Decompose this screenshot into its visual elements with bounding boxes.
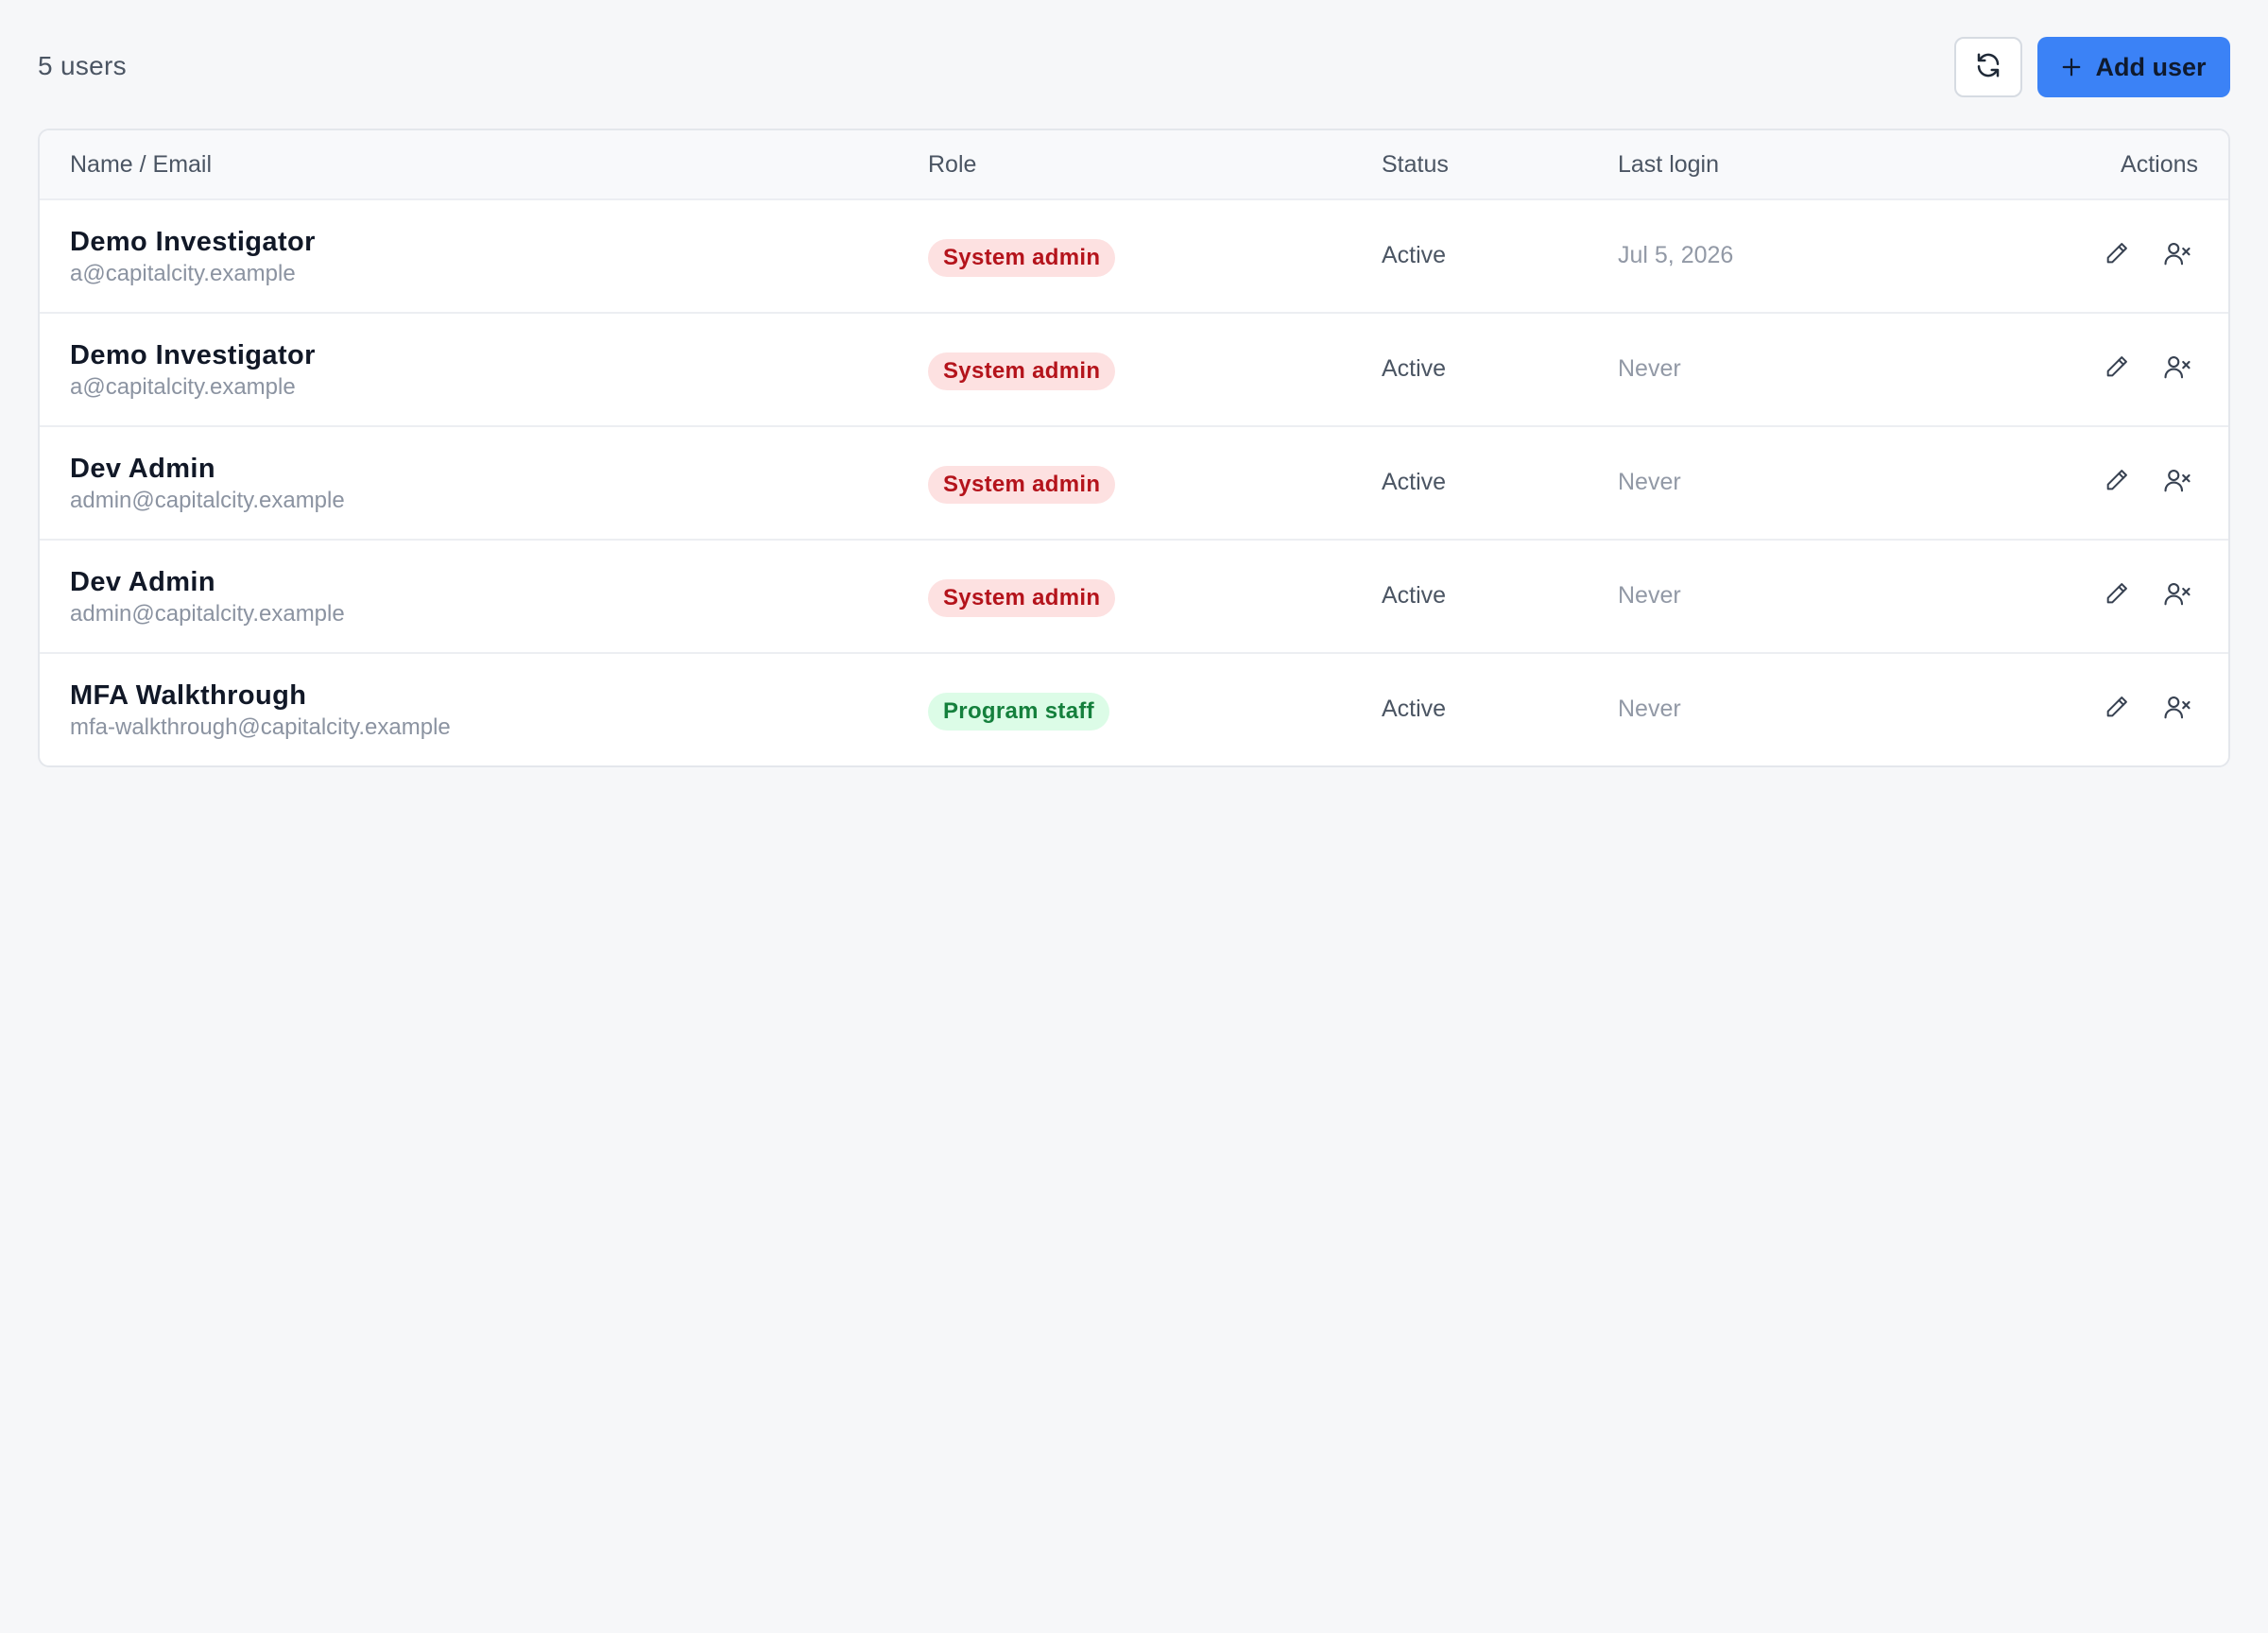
name-cell: Dev Admin admin@capitalcity.example xyxy=(70,565,345,629)
last-login-cell: Never xyxy=(1618,469,1681,495)
last-login-cell: Never xyxy=(1618,582,1681,609)
user-email: a@capitalcity.example xyxy=(70,374,296,400)
user-name: Dev Admin xyxy=(70,567,215,597)
add-user-label: Add user xyxy=(2095,52,2207,81)
name-cell: Dev Admin admin@capitalcity.example xyxy=(70,452,345,516)
edit-user-button[interactable] xyxy=(2098,350,2136,387)
deactivate-user-button[interactable] xyxy=(2158,463,2196,501)
actions-cell xyxy=(2098,690,2196,728)
edit-user-button[interactable] xyxy=(2098,463,2136,501)
actions-cell xyxy=(2098,236,2196,274)
status-cell: Active xyxy=(1382,696,1447,722)
actions-cell xyxy=(2098,350,2196,387)
last-login-cell: Never xyxy=(1618,355,1681,382)
edit-user-button[interactable] xyxy=(2098,236,2136,274)
status-cell: Active xyxy=(1382,242,1447,268)
user-remove-icon xyxy=(2163,466,2191,499)
name-cell: MFA Walkthrough mfa-walkthrough@capitalc… xyxy=(70,679,451,743)
role-badge: System admin xyxy=(928,239,1116,277)
pencil-icon xyxy=(2104,353,2130,385)
table-header: Name / Email Role Status Last login Acti… xyxy=(40,130,2228,200)
pencil-icon xyxy=(2104,240,2130,271)
users-page: 5 users Add user Name / Email Role Statu… xyxy=(38,0,2230,767)
user-name: Demo Investigator xyxy=(70,227,316,257)
user-remove-icon xyxy=(2163,239,2191,272)
column-header-actions: Actions xyxy=(2121,151,2198,178)
edit-user-button[interactable] xyxy=(2098,576,2136,614)
name-cell: Demo Investigator a@capitalcity.example xyxy=(70,225,316,289)
role-cell: System admin xyxy=(928,579,1116,617)
role-badge: System admin xyxy=(928,352,1116,390)
role-cell: System admin xyxy=(928,466,1116,504)
table-row: Demo Investigator a@capitalcity.example … xyxy=(40,200,2228,314)
deactivate-user-button[interactable] xyxy=(2158,690,2196,728)
status-cell: Active xyxy=(1382,469,1447,495)
user-name: Demo Investigator xyxy=(70,340,316,370)
pencil-icon xyxy=(2104,467,2130,498)
last-login-cell: Jul 5, 2026 xyxy=(1618,242,1734,268)
role-cell: Program staff xyxy=(928,693,1109,731)
user-email: admin@capitalcity.example xyxy=(70,488,345,513)
column-header-role: Role xyxy=(928,151,977,178)
table-row: MFA Walkthrough mfa-walkthrough@capitalc… xyxy=(40,654,2228,765)
role-badge: Program staff xyxy=(928,693,1109,731)
last-login-cell: Never xyxy=(1618,696,1681,722)
column-header-status: Status xyxy=(1382,151,1449,178)
role-cell: System admin xyxy=(928,239,1116,277)
user-remove-icon xyxy=(2163,352,2191,386)
table-row: Demo Investigator a@capitalcity.example … xyxy=(40,314,2228,427)
column-header-last-login: Last login xyxy=(1618,151,1720,178)
refresh-icon xyxy=(1974,51,2002,84)
role-cell: System admin xyxy=(928,352,1116,390)
table-row: Dev Admin admin@capitalcity.example Syst… xyxy=(40,541,2228,654)
deactivate-user-button[interactable] xyxy=(2158,576,2196,614)
edit-user-button[interactable] xyxy=(2098,690,2136,728)
deactivate-user-button[interactable] xyxy=(2158,236,2196,274)
user-email: mfa-walkthrough@capitalcity.example xyxy=(70,714,451,740)
user-name: Dev Admin xyxy=(70,454,215,484)
pencil-icon xyxy=(2104,694,2130,725)
users-table: Name / Email Role Status Last login Acti… xyxy=(38,129,2230,767)
column-header-name: Name / Email xyxy=(70,151,213,178)
user-name: MFA Walkthrough xyxy=(70,680,307,711)
pencil-icon xyxy=(2104,580,2130,611)
user-email: a@capitalcity.example xyxy=(70,261,296,286)
role-badge: System admin xyxy=(928,466,1116,504)
user-remove-icon xyxy=(2163,693,2191,726)
toolbar-area: 5 users Add user xyxy=(38,0,2230,130)
role-badge: System admin xyxy=(928,579,1116,617)
user-email: admin@capitalcity.example xyxy=(70,601,345,627)
status-cell: Active xyxy=(1382,355,1447,382)
name-cell: Demo Investigator a@capitalcity.example xyxy=(70,338,316,403)
table-row: Dev Admin admin@capitalcity.example Syst… xyxy=(40,427,2228,541)
user-count: 5 users xyxy=(38,51,127,80)
actions-cell xyxy=(2098,576,2196,614)
actions-cell xyxy=(2098,463,2196,501)
plus-icon xyxy=(2061,57,2082,77)
add-user-button[interactable]: Add user xyxy=(2037,37,2230,97)
user-remove-icon xyxy=(2163,579,2191,612)
refresh-button[interactable] xyxy=(1954,37,2022,97)
status-cell: Active xyxy=(1382,582,1447,609)
toolbar: Add user xyxy=(1954,37,2230,97)
deactivate-user-button[interactable] xyxy=(2158,350,2196,387)
